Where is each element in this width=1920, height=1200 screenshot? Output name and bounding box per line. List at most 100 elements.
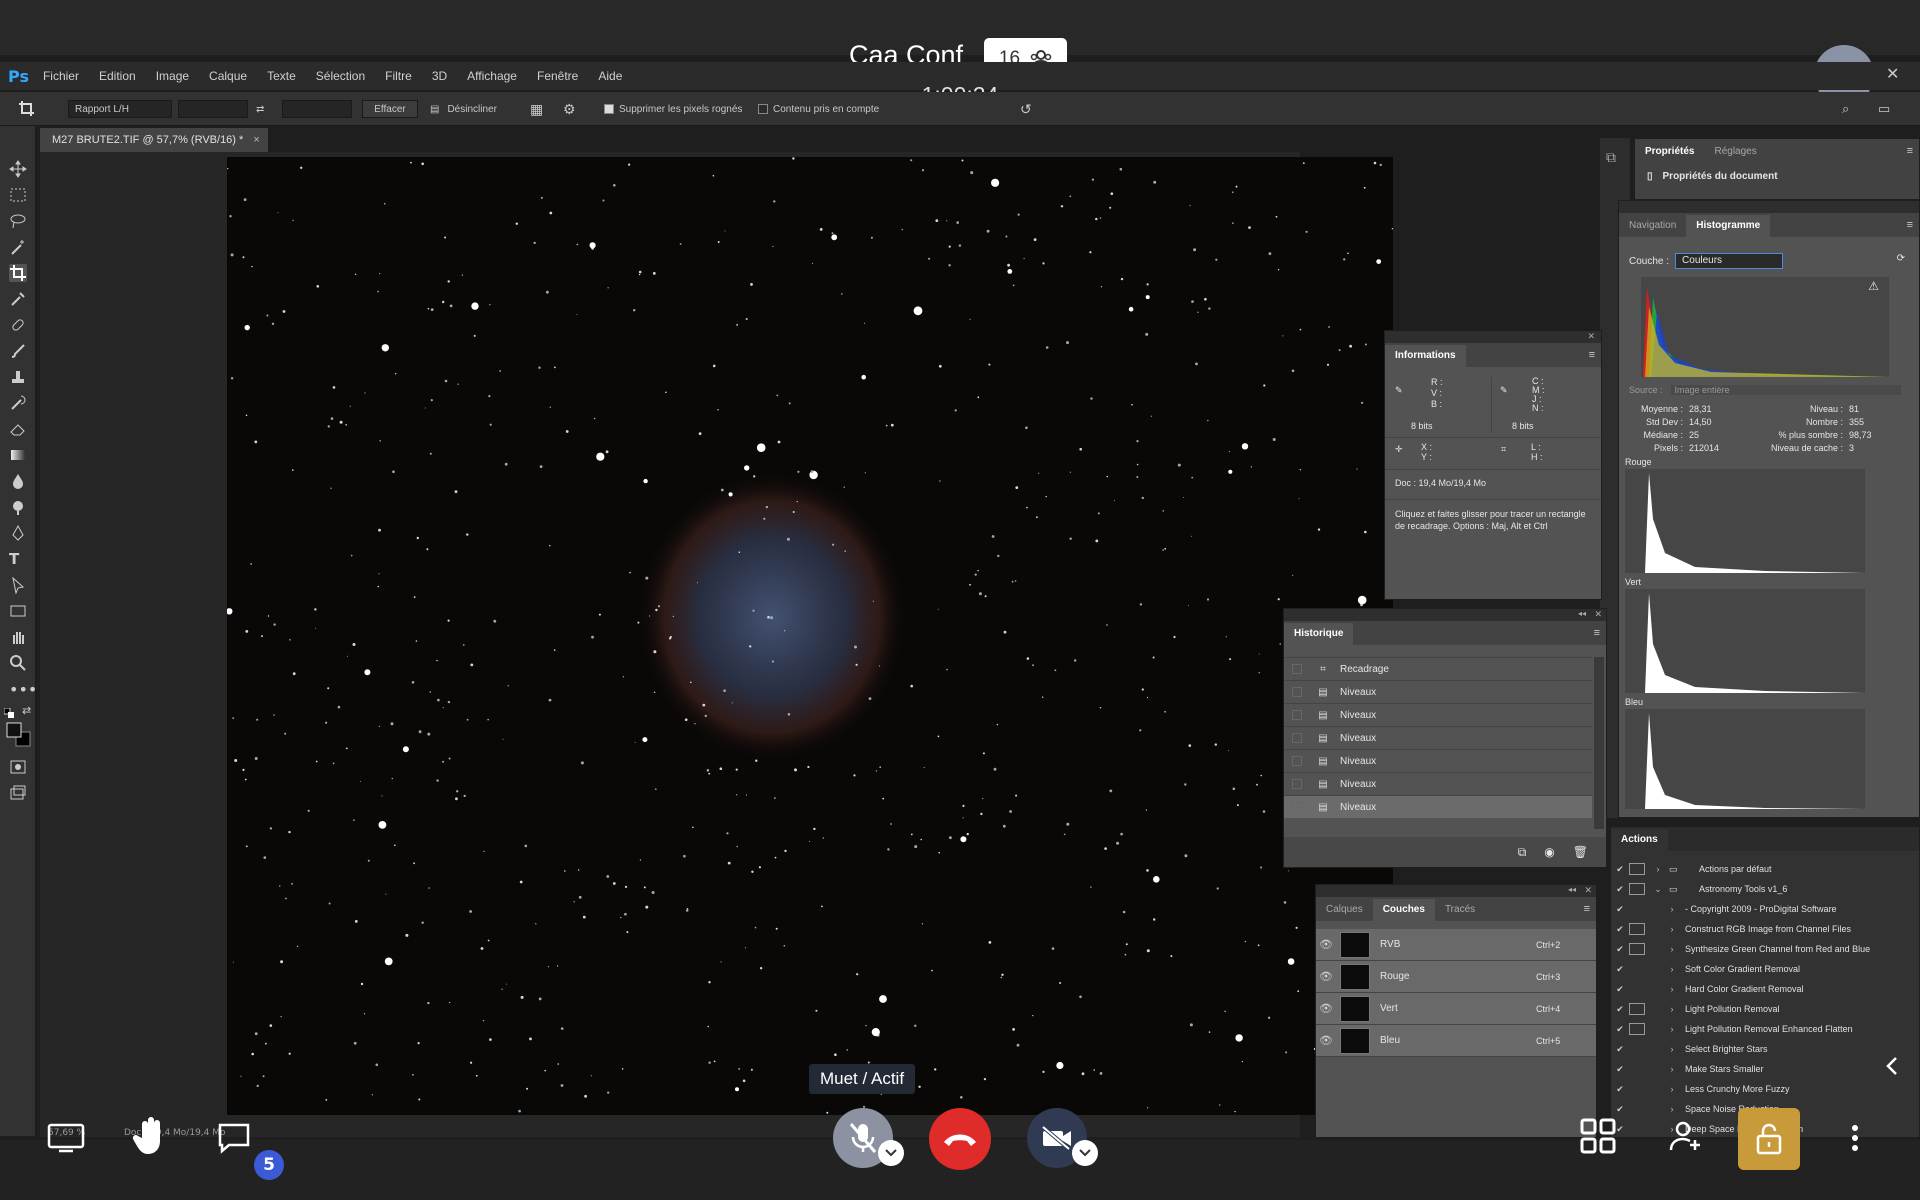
clear-button[interactable]: Effacer: [362, 100, 418, 118]
action-item[interactable]: ✔ › Hard Color Gradient Removal: [1611, 979, 1919, 999]
history-item[interactable]: ▤ Niveaux: [1284, 749, 1592, 772]
panel-menu-icon[interactable]: ≡: [1907, 145, 1913, 157]
panel-close-icon[interactable]: ✕: [1587, 331, 1595, 342]
history-brush-source-box[interactable]: [1292, 710, 1302, 720]
move-tool-icon[interactable]: [9, 160, 27, 178]
visibility-eye-icon[interactable]: 👁: [1316, 970, 1336, 983]
collapse-icon[interactable]: ◂◂: [1568, 885, 1576, 894]
menu-calque[interactable]: Calque: [209, 69, 247, 83]
raise-hand-button[interactable]: [130, 1114, 170, 1158]
tab-proprietes[interactable]: Propriétés: [1635, 141, 1705, 163]
crop-tool-icon[interactable]: [9, 264, 27, 282]
chevron-right-icon[interactable]: ›: [1665, 1004, 1679, 1014]
check-icon[interactable]: ✔: [1611, 864, 1629, 875]
tab-navigation[interactable]: Navigation: [1619, 215, 1686, 237]
channel-row[interactable]: 👁 Bleu Ctrl+5: [1316, 1025, 1596, 1057]
channel-row[interactable]: 👁 Rouge Ctrl+3: [1316, 961, 1596, 993]
history-item[interactable]: ▤ Niveaux: [1284, 680, 1592, 703]
dialog-toggle-icon[interactable]: [1629, 923, 1645, 935]
chevron-right-icon[interactable]: ›: [1665, 1104, 1679, 1114]
action-set[interactable]: ✔ ⌄ ▭ Astronomy Tools v1_6: [1611, 879, 1919, 899]
channel-row[interactable]: 👁 RVB Ctrl+2: [1316, 929, 1596, 961]
history-item[interactable]: ▤ Niveaux: [1284, 795, 1592, 818]
swap-colors-icon[interactable]: ⇄: [22, 704, 40, 722]
action-item[interactable]: ✔ › Select Brighter Stars: [1611, 1039, 1919, 1059]
tab-couches[interactable]: Couches: [1372, 899, 1435, 921]
dialog-toggle-icon[interactable]: [1629, 983, 1645, 995]
menu-image[interactable]: Image: [156, 69, 189, 83]
check-icon[interactable]: ✔: [1611, 1084, 1629, 1095]
invite-button[interactable]: [1666, 1118, 1706, 1154]
path-selection-tool-icon[interactable]: [9, 576, 27, 594]
tile-view-button[interactable]: [1578, 1116, 1618, 1156]
panel-toggle-icon[interactable]: ⧉: [1606, 150, 1624, 166]
dialog-toggle-icon[interactable]: [1629, 1123, 1645, 1135]
visibility-eye-icon[interactable]: 👁: [1316, 1034, 1336, 1047]
history-item[interactable]: ▤ Niveaux: [1284, 772, 1592, 795]
menu-edition[interactable]: Edition: [99, 69, 136, 83]
action-item[interactable]: ✔ › Make Stars Smaller: [1611, 1059, 1919, 1079]
video-options-button[interactable]: [1072, 1140, 1098, 1166]
history-item[interactable]: ⌗ Recadrage: [1284, 657, 1592, 680]
action-item[interactable]: ✔ › Light Pollution Removal: [1611, 999, 1919, 1019]
history-scrollbar[interactable]: [1594, 657, 1604, 829]
panel-close-icon[interactable]: ✕: [1594, 609, 1602, 620]
reset-icon[interactable]: ↺: [1020, 100, 1032, 118]
dialog-toggle-icon[interactable]: [1629, 903, 1645, 915]
check-icon[interactable]: ✔: [1611, 944, 1629, 955]
check-icon[interactable]: ✔: [1611, 1044, 1629, 1055]
dialog-toggle-icon[interactable]: [1629, 1023, 1645, 1035]
chevron-right-icon[interactable]: ›: [1651, 864, 1665, 874]
zoom-tool-icon[interactable]: [9, 654, 27, 672]
straighten-button[interactable]: ▤ Désincliner: [430, 100, 497, 118]
dialog-toggle-icon[interactable]: [1629, 943, 1645, 955]
history-brush-source-box[interactable]: [1292, 756, 1302, 766]
check-icon[interactable]: ✔: [1611, 964, 1629, 975]
chevron-right-icon[interactable]: ›: [1665, 924, 1679, 934]
chevron-right-icon[interactable]: ›: [1665, 1024, 1679, 1034]
check-icon[interactable]: ✔: [1611, 884, 1629, 895]
check-icon[interactable]: ✔: [1611, 904, 1629, 915]
dialog-toggle-icon[interactable]: [1629, 883, 1645, 895]
check-icon[interactable]: ✔: [1611, 1024, 1629, 1035]
eraser-tool-icon[interactable]: [9, 420, 27, 438]
healing-brush-tool-icon[interactable]: [9, 316, 27, 334]
action-item[interactable]: ✔ › - Copyright 2009 - ProDigital Software: [1611, 899, 1919, 919]
action-item[interactable]: ✔ › Light Pollution Removal Enhanced Flatt…: [1611, 1019, 1919, 1039]
dialog-toggle-icon[interactable]: [1629, 1063, 1645, 1075]
menu-aide[interactable]: Aide: [598, 69, 622, 83]
height-input[interactable]: [282, 100, 352, 118]
close-tab-icon[interactable]: ×: [253, 134, 259, 146]
document-tab[interactable]: M27 BRUTE2.TIF @ 57,7% (RVB/16) * ×: [40, 128, 268, 152]
new-document-from-state-icon[interactable]: ⧉: [1518, 845, 1527, 860]
security-button[interactable]: [1738, 1108, 1800, 1170]
more-options-button[interactable]: [1840, 1118, 1870, 1158]
dialog-toggle-icon[interactable]: [1629, 1043, 1645, 1055]
menu-filtre[interactable]: Filtre: [385, 69, 412, 83]
visibility-eye-icon[interactable]: 👁: [1316, 1002, 1336, 1015]
color-swatches[interactable]: [6, 722, 32, 748]
audio-options-button[interactable]: [878, 1140, 904, 1166]
blur-tool-icon[interactable]: [9, 472, 27, 490]
chevron-right-icon[interactable]: ›: [1665, 944, 1679, 954]
content-aware-checkbox[interactable]: Contenu pris en compte: [758, 100, 879, 118]
snapshot-icon[interactable]: ◉: [1544, 845, 1554, 859]
history-brush-source-box[interactable]: [1292, 733, 1302, 743]
panel-menu-icon[interactable]: ≡: [1589, 349, 1595, 361]
pen-tool-icon[interactable]: [9, 524, 27, 542]
action-item[interactable]: ✔ › Construct RGB Image from Channel Files: [1611, 919, 1919, 939]
history-brush-source-box[interactable]: [1292, 664, 1302, 674]
rectangle-tool-icon[interactable]: [9, 602, 27, 620]
workspace-icon[interactable]: ▭: [1878, 100, 1890, 118]
source-select[interactable]: Image entière: [1670, 385, 1901, 395]
dodge-tool-icon[interactable]: [9, 498, 27, 516]
more-tools-icon[interactable]: •••: [9, 680, 37, 699]
tab-histogramme[interactable]: Histogramme: [1686, 215, 1771, 237]
chevron-right-icon[interactable]: ›: [1665, 984, 1679, 994]
action-item[interactable]: ✔ › Synthesize Green Channel from Red and …: [1611, 939, 1919, 959]
action-item[interactable]: ✔ › Soft Color Gradient Removal: [1611, 959, 1919, 979]
panel-menu-icon[interactable]: ≡: [1907, 219, 1913, 231]
history-brush-source-box[interactable]: [1292, 779, 1302, 789]
tab-reglages[interactable]: Réglages: [1704, 141, 1766, 163]
menu-3d[interactable]: 3D: [432, 69, 447, 83]
